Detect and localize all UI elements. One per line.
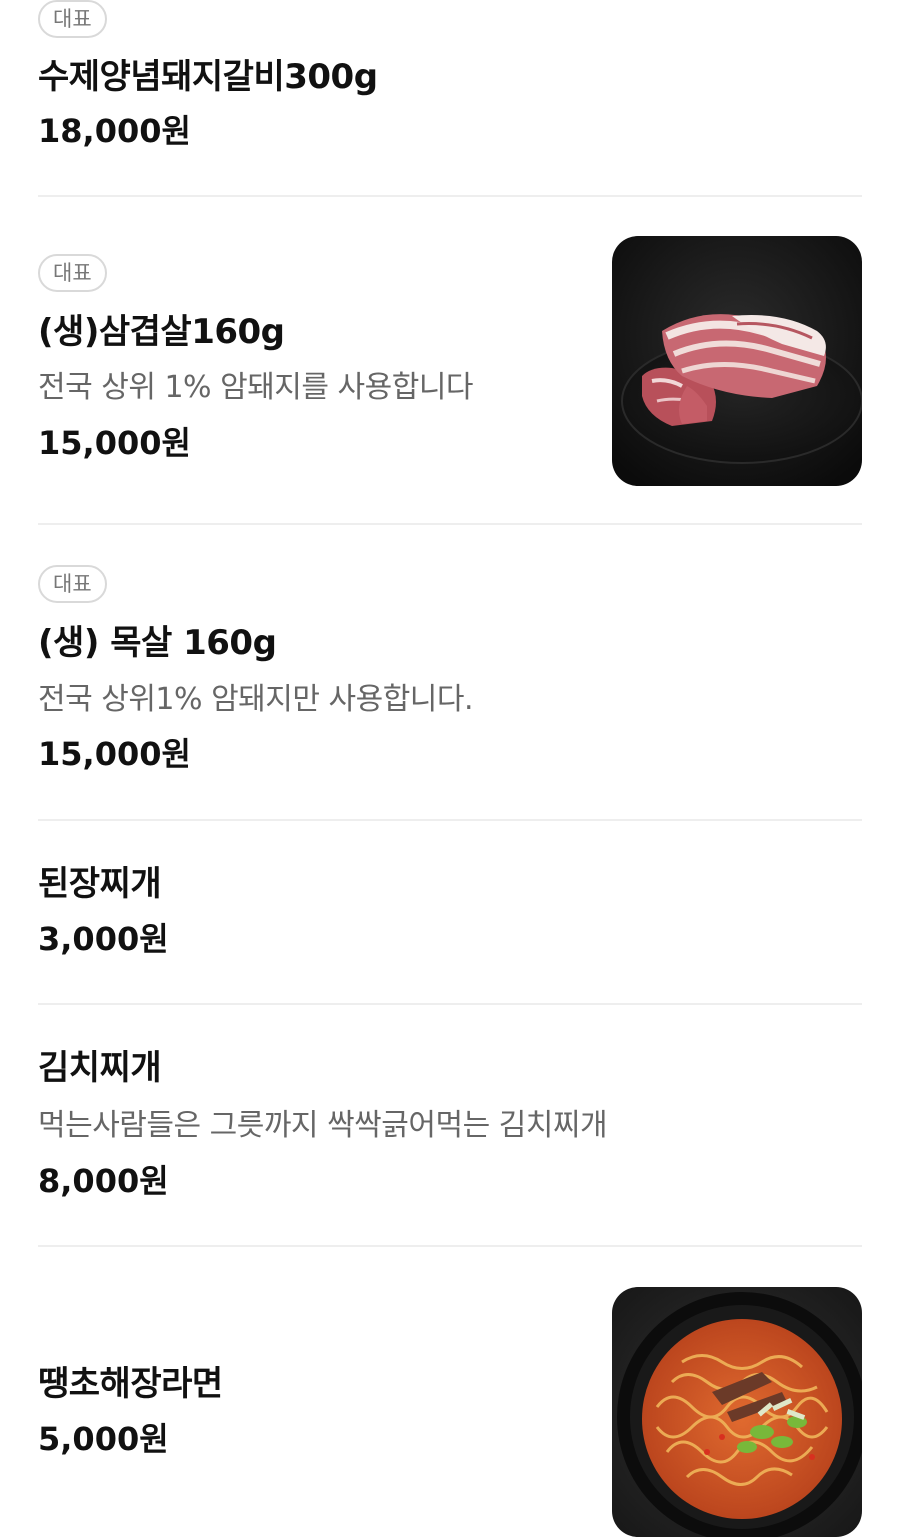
menu-item-kimchi-jjigae[interactable]: 김치찌개 먹는사람들은 그릇까지 싹싹긁어먹는 김치찌개 8,000원 bbox=[38, 1046, 862, 1206]
menu-item-name: 된장찌개 bbox=[38, 864, 162, 904]
menu-item-description: 먹는사람들은 그릇까지 싹싹긁어먹는 김치찌개 bbox=[38, 1108, 608, 1143]
divider bbox=[38, 819, 862, 821]
menu-item-price: 8,000원 bbox=[38, 1162, 169, 1200]
menu-item-samgyeopsal[interactable]: 대표 (생)삼겹살160g 전국 상위 1% 암돼지를 사용합니다 15,000… bbox=[38, 236, 862, 496]
pork-belly-photo[interactable] bbox=[612, 236, 862, 486]
menu-item-price: 15,000원 bbox=[38, 424, 191, 462]
menu-item-dwaeji-galbi[interactable]: 대표 수제양념돼지갈비300g 18,000원 bbox=[38, 0, 862, 195]
menu-item-ttaengcho-ramyeon[interactable]: 땡초해장라면 5,000원 bbox=[38, 1287, 862, 1537]
menu-item-moksal[interactable]: 대표 (생) 목살 160g 전국 상위1% 암돼지만 사용합니다. 15,00… bbox=[38, 565, 862, 785]
menu-item-description: 전국 상위1% 암돼지만 사용합니다. bbox=[38, 682, 474, 717]
menu-item-name: 수제양념돼지갈비300g bbox=[38, 57, 378, 97]
spicy-ramen-photo[interactable] bbox=[612, 1287, 862, 1537]
divider bbox=[38, 195, 862, 197]
menu-item-name: 김치찌개 bbox=[38, 1048, 162, 1088]
divider bbox=[38, 523, 862, 525]
menu-item-price: 3,000원 bbox=[38, 920, 169, 958]
signature-badge: 대표 bbox=[38, 565, 107, 603]
signature-badge: 대표 bbox=[38, 254, 107, 292]
menu-item-description: 전국 상위 1% 암돼지를 사용합니다 bbox=[38, 370, 474, 405]
menu-item-doenjang-jjigae[interactable]: 된장찌개 3,000원 bbox=[38, 862, 862, 972]
menu-item-price: 18,000원 bbox=[38, 112, 191, 150]
menu-item-name: 땡초해장라면 bbox=[38, 1364, 223, 1404]
menu-item-price: 5,000원 bbox=[38, 1420, 169, 1458]
menu-item-name: (생)삼겹살160g bbox=[38, 312, 285, 352]
menu-item-price: 15,000원 bbox=[38, 735, 191, 773]
menu-item-name: (생) 목살 160g bbox=[38, 623, 277, 663]
divider bbox=[38, 1245, 862, 1247]
divider bbox=[38, 1003, 862, 1005]
signature-badge: 대표 bbox=[38, 0, 107, 38]
